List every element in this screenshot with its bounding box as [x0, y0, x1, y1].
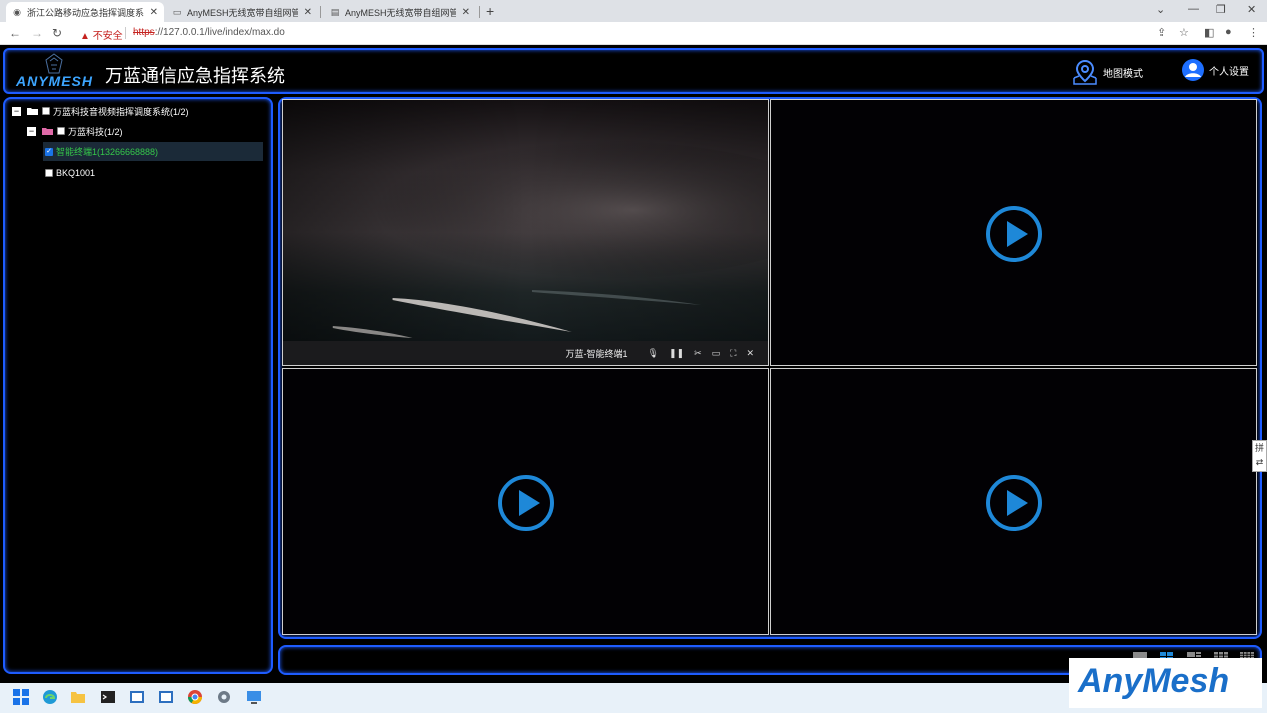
- video-cell-2[interactable]: [770, 99, 1257, 366]
- tab-anymesh-1[interactable]: ▭ AnyMESH无线宽带自组网管理系统 ✕: [166, 2, 318, 22]
- close-icon[interactable]: ✕: [304, 7, 312, 18]
- chrome-icon[interactable]: [187, 689, 203, 705]
- close-icon[interactable]: ✕: [150, 7, 158, 18]
- device-tree-panel: [3, 97, 273, 674]
- anymesh-watermark-logo: AnyMesh: [1078, 662, 1230, 700]
- new-tab-button[interactable]: +: [486, 3, 494, 19]
- close-icon[interactable]: ✕: [462, 7, 470, 18]
- tab-label: AnyMESH无线宽带自组网管理系统: [187, 7, 298, 18]
- video-cell-3[interactable]: [282, 368, 769, 635]
- checkbox[interactable]: [42, 107, 50, 115]
- record-icon[interactable]: ▭: [712, 348, 721, 359]
- file-explorer-icon[interactable]: [70, 689, 86, 705]
- terminal-icon[interactable]: [100, 689, 116, 705]
- tab-label: 浙江公路移动应急指挥调度系统: [27, 7, 144, 18]
- share-icon[interactable]: ⇪: [1157, 26, 1166, 39]
- close-icon[interactable]: ✕: [746, 348, 754, 359]
- reload-icon[interactable]: ↻: [52, 26, 62, 40]
- profile-icon[interactable]: ●: [1225, 26, 1232, 38]
- map-mode-button[interactable]: 地图模式: [1071, 58, 1143, 86]
- settings-gear-icon[interactable]: [216, 689, 232, 705]
- app-window-icon[interactable]: [129, 689, 145, 705]
- user-settings-button[interactable]: 个人设置: [1181, 58, 1249, 82]
- edge-browser-icon[interactable]: [42, 689, 58, 705]
- collapse-icon[interactable]: −: [27, 126, 36, 136]
- checkbox[interactable]: [45, 169, 53, 177]
- address-bar: ← → ↻ ▲ 不安全 https://127.0.0.1/live/index…: [0, 22, 1267, 45]
- menu-icon[interactable]: ⋮: [1248, 26, 1259, 39]
- mic-icon[interactable]: 🎙: [648, 348, 659, 359]
- tree-group[interactable]: − 万蓝科技(1/2): [27, 125, 123, 137]
- minimize-icon[interactable]: —: [1188, 3, 1199, 15]
- page-title: 万蓝通信应急指挥系统: [105, 66, 285, 86]
- windows-start-icon[interactable]: [13, 689, 29, 705]
- video-cell-1[interactable]: 万蓝-智能终端1 🎙 ❚❚ ✂ ▭ ⛶ ✕: [282, 99, 769, 366]
- tree-group-label: 万蓝科技(1/2): [68, 126, 123, 137]
- tree-root[interactable]: − 万蓝科技音视频指挥调度系统(1/2): [12, 105, 189, 117]
- scissors-icon[interactable]: ✂: [694, 348, 702, 359]
- checkbox[interactable]: [57, 127, 65, 135]
- restore-icon[interactable]: ❐: [1216, 3, 1226, 16]
- security-warning[interactable]: ▲ 不安全: [80, 27, 123, 42]
- remote-desktop-icon[interactable]: [246, 689, 262, 705]
- browser-tabbar: ◉ 浙江公路移动应急指挥调度系统 ✕ ▭ AnyMESH无线宽带自组网管理系统 …: [0, 0, 1267, 22]
- tab-dispatch[interactable]: ◉ 浙江公路移动应急指挥调度系统 ✕: [6, 2, 164, 22]
- doc-icon: ▭: [172, 7, 182, 17]
- ime-char: 拼: [1254, 443, 1264, 453]
- tree-root-label: 万蓝科技音视频指挥调度系统(1/2): [53, 106, 189, 117]
- security-label: 不安全: [92, 31, 123, 42]
- folder-icon: [27, 108, 38, 115]
- video-control-bar: 万蓝-智能终端1 🎙 ❚❚ ✂ ▭ ⛶ ✕: [283, 341, 768, 365]
- play-icon[interactable]: [985, 474, 1043, 532]
- side-panel-icon[interactable]: ◧: [1204, 26, 1214, 39]
- window-close-icon[interactable]: ✕: [1247, 3, 1256, 16]
- tree-item-terminal-1[interactable]: ✓ 智能终端1(13266668888): [43, 142, 263, 161]
- collapse-icon[interactable]: −: [12, 106, 21, 116]
- globe-icon: ◉: [13, 7, 21, 17]
- bookmark-star-icon[interactable]: ☆: [1179, 26, 1189, 39]
- play-icon[interactable]: [497, 474, 555, 532]
- play-icon[interactable]: [985, 205, 1043, 263]
- ime-indicator[interactable]: 拼 ⇄: [1252, 440, 1267, 472]
- video-stream: [283, 100, 768, 341]
- tab-divider: [479, 6, 480, 18]
- url-scheme: https: [133, 27, 155, 38]
- ime-switch-icon: ⇄: [1255, 457, 1264, 467]
- video-source-name: 万蓝-智能终端1: [565, 348, 628, 359]
- url-field[interactable]: https://127.0.0.1/live/index/max.do: [133, 27, 285, 38]
- user-avatar-icon: [1182, 59, 1204, 81]
- logo-text: ANYMESH: [16, 73, 94, 89]
- doc-icon: ▤: [330, 7, 340, 17]
- forward-icon[interactable]: →: [31, 26, 43, 40]
- app-window-icon[interactable]: [158, 689, 174, 705]
- tab-anymesh-2[interactable]: ▤ AnyMESH无线宽带自组网管理系统 ✕: [324, 2, 476, 22]
- back-icon[interactable]: ←: [9, 26, 21, 40]
- tree-item-label: 智能终端1(13266668888): [56, 147, 159, 157]
- tab-search-icon[interactable]: ⌄: [1156, 3, 1165, 16]
- tree-item-bkq1001[interactable]: BKQ1001: [45, 167, 95, 179]
- checkbox-checked[interactable]: ✓: [45, 147, 53, 156]
- tab-label: AnyMESH无线宽带自组网管理系统: [345, 7, 456, 18]
- folder-open-icon: [42, 128, 53, 135]
- pause-icon[interactable]: ❚❚: [669, 348, 684, 359]
- tab-divider: [320, 6, 321, 18]
- map-pin-icon: [1073, 59, 1097, 85]
- user-settings-label: 个人设置: [1209, 66, 1249, 78]
- video-cell-4[interactable]: [770, 368, 1257, 635]
- tree-item-label: BKQ1001: [56, 168, 96, 178]
- logo-icon: [45, 53, 63, 74]
- fullscreen-icon[interactable]: ⛶: [730, 348, 736, 359]
- warning-icon: ▲: [80, 31, 90, 42]
- url-divider: [125, 27, 126, 39]
- url-path: ://127.0.0.1/live/index/max.do: [154, 27, 285, 38]
- map-mode-label: 地图模式: [1103, 68, 1143, 80]
